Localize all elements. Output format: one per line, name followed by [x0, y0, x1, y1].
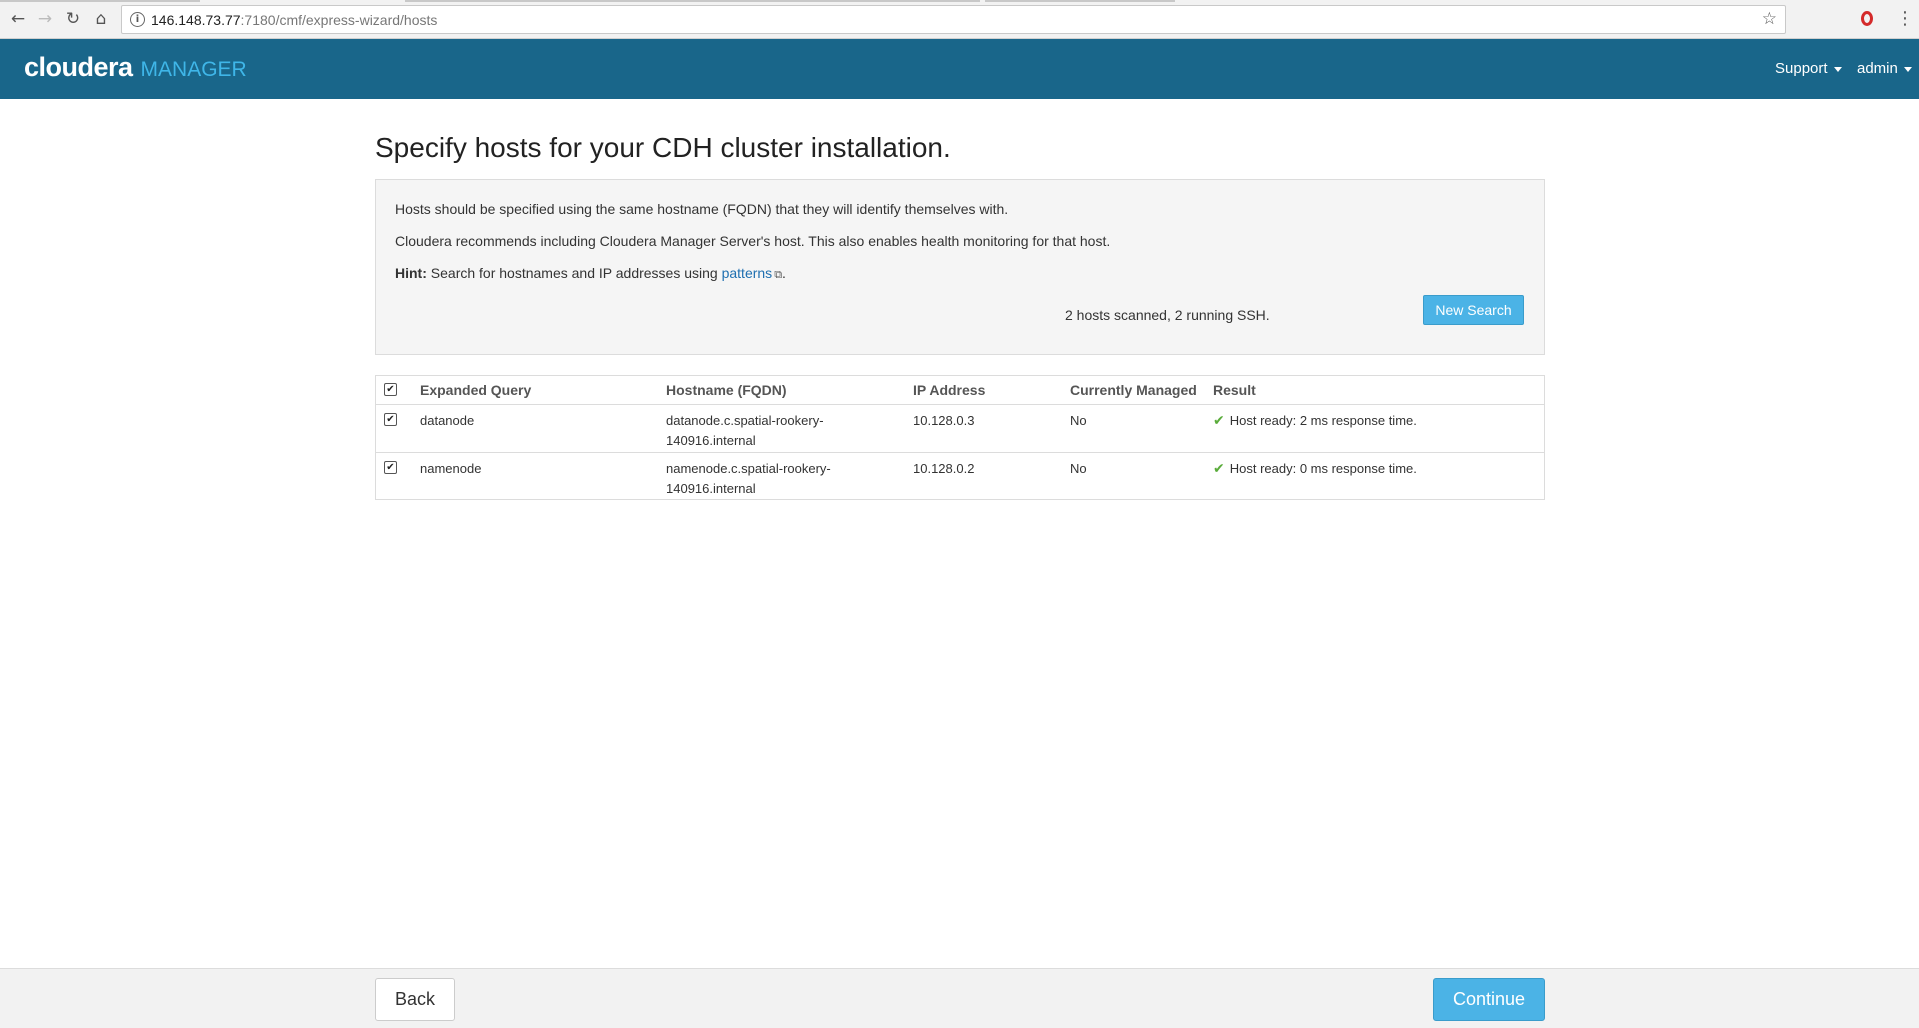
url-text[interactable]: 146.148.73.77:7180/cmf/express-wizard/ho…	[151, 12, 437, 28]
column-header-currently-managed[interactable]: Currently Managed	[1070, 380, 1197, 400]
app-header: cloudera MANAGER Support admin	[0, 39, 1919, 99]
column-header-ip-address[interactable]: IP Address	[913, 380, 985, 400]
table-header-row: ✔ Expanded Query Hostname (FQDN) IP Addr…	[376, 376, 1544, 405]
select-all-checkbox[interactable]: ✔	[384, 383, 397, 396]
chevron-down-icon	[1833, 66, 1842, 72]
cell-expanded-query: namenode	[420, 461, 482, 476]
user-menu[interactable]: admin	[1857, 60, 1912, 77]
info-icon[interactable]: i	[130, 12, 145, 27]
row-checkbox[interactable]: ✔	[384, 461, 397, 474]
cell-ip-address: 10.128.0.3	[913, 413, 975, 428]
hint-line: Hint: Search for hostnames and IP addres…	[395, 265, 786, 282]
continue-button[interactable]: Continue	[1433, 978, 1545, 1021]
external-link-icon: ⧉	[774, 268, 783, 281]
bookmark-star-icon[interactable]: ☆	[1762, 9, 1777, 29]
home-icon[interactable]: ⌂	[91, 9, 111, 29]
page-title: Specify hosts for your CDH cluster insta…	[375, 132, 951, 163]
info-line-fqdn: Hosts should be specified using the same…	[395, 201, 1009, 217]
forward-arrow-icon[interactable]: →	[35, 9, 55, 29]
patterns-link[interactable]: patterns ⧉	[722, 265, 782, 281]
column-header-hostname[interactable]: Hostname (FQDN)	[666, 380, 846, 400]
result-text: Host ready: 0 ms response time.	[1229, 461, 1417, 476]
cell-hostname: namenode.c.spatial-rookery-140916.intern…	[666, 461, 831, 496]
checkbox-checked-icon: ✔	[384, 383, 397, 396]
url-host: 146.148.73.77	[151, 12, 241, 28]
address-bar[interactable]: i 146.148.73.77:7180/cmf/express-wizard/…	[121, 5, 1786, 34]
table-row: ✔ namenode namenode.c.spatial-rookery-14…	[376, 453, 1544, 500]
chevron-down-icon	[1903, 66, 1912, 72]
user-menu-label: admin	[1857, 60, 1898, 77]
support-menu-label: Support	[1775, 60, 1828, 77]
cell-result: ✔ Host ready: 2 ms response time.	[1213, 411, 1417, 431]
hint-end: .	[782, 265, 786, 281]
tab-strip	[0, 0, 1919, 2]
hint-text: Search for hostnames and IP addresses us…	[430, 265, 718, 281]
column-header-result[interactable]: Result	[1213, 380, 1256, 400]
info-line-recommend: Cloudera recommends including Cloudera M…	[395, 233, 1111, 249]
checkbox-checked-icon: ✔	[384, 461, 397, 474]
cell-ip-address: 10.128.0.2	[913, 461, 975, 476]
info-panel: Hosts should be specified using the same…	[375, 179, 1545, 355]
browser-menu-icon[interactable]: ⋮	[1896, 9, 1914, 29]
scan-status: 2 hosts scanned, 2 running SSH.	[1065, 307, 1270, 323]
new-search-button[interactable]: New Search	[1423, 295, 1524, 325]
wizard-footer: Back Continue	[0, 968, 1919, 1028]
cell-currently-managed: No	[1070, 461, 1087, 476]
logo-product: MANAGER	[140, 58, 247, 81]
row-checkbox[interactable]: ✔	[384, 413, 397, 426]
checkmark-icon: ✔	[1213, 413, 1225, 429]
hint-label: Hint:	[395, 265, 427, 281]
cell-result: ✔ Host ready: 0 ms response time.	[1213, 459, 1417, 479]
reload-icon[interactable]: ↻	[63, 9, 83, 29]
result-text: Host ready: 2 ms response time.	[1229, 413, 1417, 428]
patterns-link-label: patterns	[721, 265, 773, 281]
checkmark-icon: ✔	[1213, 461, 1225, 477]
checkbox-checked-icon: ✔	[384, 413, 397, 426]
cell-hostname: datanode.c.spatial-rookery-140916.intern…	[666, 413, 824, 448]
hosts-table: ✔ Expanded Query Hostname (FQDN) IP Addr…	[375, 375, 1545, 500]
cell-currently-managed: No	[1070, 413, 1087, 428]
url-path: :7180/cmf/express-wizard/hosts	[240, 12, 438, 28]
table-row: ✔ datanode datanode.c.spatial-rookery-14…	[376, 405, 1544, 453]
opera-extension-icon[interactable]	[1861, 11, 1873, 26]
browser-toolbar: ← → ↻ ⌂ i 146.148.73.77:7180/cmf/express…	[0, 0, 1919, 39]
logo-brand: cloudera	[24, 52, 133, 82]
back-button[interactable]: Back	[375, 978, 455, 1021]
back-arrow-icon[interactable]: ←	[8, 9, 28, 29]
cloudera-manager-logo[interactable]: cloudera MANAGER	[24, 52, 247, 83]
support-menu[interactable]: Support	[1775, 60, 1842, 77]
cell-expanded-query: datanode	[420, 413, 475, 428]
column-header-expanded-query[interactable]: Expanded Query	[420, 380, 531, 400]
